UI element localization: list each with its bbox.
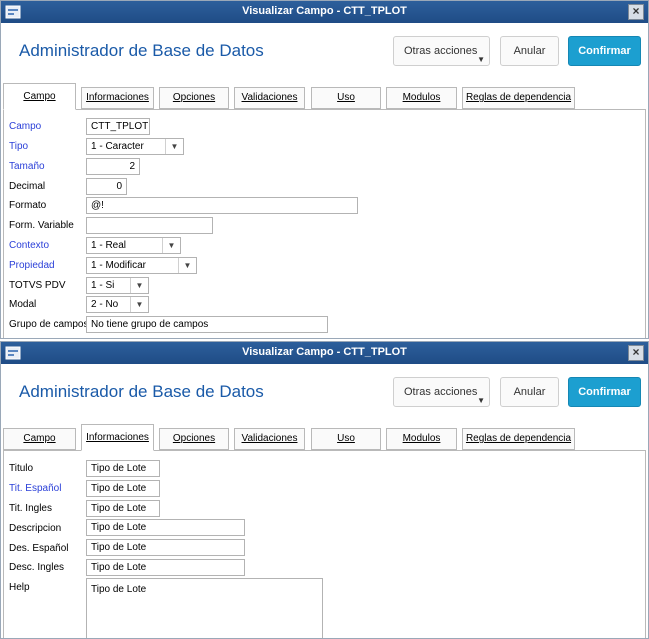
tab-informaciones[interactable]: Informaciones bbox=[81, 87, 154, 109]
tipo-select[interactable]: 1 - Caracter ▼ bbox=[86, 138, 184, 155]
totvs-pdv-label: TOTVS PDV bbox=[9, 280, 66, 291]
page-title: Administrador de Base de Datos bbox=[19, 382, 264, 401]
tab-reglas-dependencia[interactable]: Reglas de dependencia bbox=[462, 428, 575, 450]
grupo-campos-label: Grupo de campos bbox=[9, 319, 89, 330]
chevron-down-icon[interactable]: ▼ bbox=[130, 297, 148, 312]
tab-campo[interactable]: Campo bbox=[3, 428, 76, 450]
close-icon[interactable]: × bbox=[628, 345, 644, 361]
titulo-field[interactable]: Tipo de Lote bbox=[86, 460, 160, 477]
titulo-label: Titulo bbox=[9, 463, 34, 474]
desc-ingles-label: Desc. Ingles bbox=[9, 562, 65, 573]
form-variable-label: Form. Variable bbox=[9, 220, 74, 231]
page-title: Administrador de Base de Datos bbox=[19, 41, 264, 60]
tit-espanol-field[interactable]: Tipo de Lote bbox=[86, 480, 160, 497]
window-informaciones: Visualizar Campo - CTT_TPLOT × Administr… bbox=[0, 341, 649, 639]
cancel-button[interactable]: Anular bbox=[500, 36, 559, 66]
tipo-label: Tipo bbox=[9, 141, 29, 152]
tamano-label: Tamaño bbox=[9, 161, 45, 172]
formato-label: Formato bbox=[9, 200, 47, 211]
help-textarea[interactable]: Tipo de Lote bbox=[86, 578, 323, 638]
title-bar: Visualizar Campo - CTT_TPLOT × bbox=[1, 342, 648, 364]
tit-espanol-label: Tit. Español bbox=[9, 483, 62, 494]
decimal-field[interactable]: 0 bbox=[86, 178, 127, 195]
contexto-label: Contexto bbox=[9, 240, 50, 251]
tab-uso[interactable]: Uso bbox=[311, 87, 381, 109]
propiedad-label: Propiedad bbox=[9, 260, 55, 271]
propiedad-value: 1 - Modificar bbox=[91, 260, 147, 271]
tab-reglas-dependencia[interactable]: Reglas de dependencia bbox=[462, 87, 575, 109]
formato-field[interactable]: @! bbox=[86, 197, 358, 214]
des-espanol-field[interactable]: Tipo de Lote bbox=[86, 539, 245, 556]
other-actions-label: Otras acciones bbox=[404, 386, 478, 398]
chevron-down-icon: ▼ bbox=[477, 396, 485, 405]
tit-ingles-field[interactable]: Tipo de Lote bbox=[86, 500, 160, 517]
descripcion-field[interactable]: Tipo de Lote bbox=[86, 519, 245, 536]
des-espanol-label: Des. Español bbox=[9, 543, 69, 554]
tab-informaciones[interactable]: Informaciones bbox=[81, 424, 154, 451]
tab-bar: Campo Informaciones Opciones Validacione… bbox=[1, 424, 648, 451]
tab-opciones[interactable]: Opciones bbox=[159, 87, 229, 109]
window-title: Visualizar Campo - CTT_TPLOT bbox=[242, 5, 407, 17]
window-title: Visualizar Campo - CTT_TPLOT bbox=[242, 346, 407, 358]
tab-opciones[interactable]: Opciones bbox=[159, 428, 229, 450]
desc-ingles-field[interactable]: Tipo de Lote bbox=[86, 559, 245, 576]
window-campo: Visualizar Campo - CTT_TPLOT × Administr… bbox=[0, 0, 649, 339]
contexto-value: 1 - Real bbox=[91, 240, 127, 251]
chevron-down-icon[interactable]: ▼ bbox=[130, 278, 148, 293]
modal-select[interactable]: 2 - No ▼ bbox=[86, 296, 149, 313]
other-actions-button[interactable]: Otras acciones ▼ bbox=[393, 36, 490, 66]
form-variable-field[interactable] bbox=[86, 217, 213, 234]
confirm-button[interactable]: Confirmar bbox=[568, 36, 641, 66]
tamano-field[interactable]: 2 bbox=[86, 158, 140, 175]
modal-label: Modal bbox=[9, 299, 37, 310]
other-actions-button[interactable]: Otras acciones ▼ bbox=[393, 377, 490, 407]
cancel-button[interactable]: Anular bbox=[500, 377, 559, 407]
confirm-button[interactable]: Confirmar bbox=[568, 377, 641, 407]
chevron-down-icon[interactable]: ▼ bbox=[178, 258, 196, 273]
tab-validaciones[interactable]: Validaciones bbox=[234, 87, 305, 109]
tab-modulos[interactable]: Modulos bbox=[386, 87, 457, 109]
grupo-campos-field[interactable]: No tiene grupo de campos bbox=[86, 316, 328, 333]
decimal-label: Decimal bbox=[9, 181, 46, 192]
tab-bar: Campo Informaciones Opciones Validacione… bbox=[1, 83, 648, 110]
tab-campo[interactable]: Campo bbox=[3, 83, 76, 110]
chevron-down-icon[interactable]: ▼ bbox=[162, 238, 180, 253]
modal-value: 2 - No bbox=[91, 299, 119, 310]
totvs-pdv-value: 1 - Si bbox=[91, 280, 115, 291]
propiedad-select[interactable]: 1 - Modificar ▼ bbox=[86, 257, 197, 274]
campo-field[interactable]: CTT_TPLOT bbox=[86, 118, 150, 135]
tab-modulos[interactable]: Modulos bbox=[386, 428, 457, 450]
contexto-select[interactable]: 1 - Real ▼ bbox=[86, 237, 181, 254]
campo-label: Campo bbox=[9, 121, 42, 132]
tab-uso[interactable]: Uso bbox=[311, 428, 381, 450]
other-actions-label: Otras acciones bbox=[404, 45, 478, 57]
totvs-pdv-select[interactable]: 1 - Si ▼ bbox=[86, 277, 149, 294]
tab-validaciones[interactable]: Validaciones bbox=[234, 428, 305, 450]
tipo-value: 1 - Caracter bbox=[91, 141, 144, 152]
title-bar: Visualizar Campo - CTT_TPLOT × bbox=[1, 1, 648, 23]
help-label: Help bbox=[9, 582, 30, 593]
chevron-down-icon[interactable]: ▼ bbox=[165, 139, 183, 154]
tit-ingles-label: Tit. Ingles bbox=[9, 503, 52, 514]
chevron-down-icon: ▼ bbox=[477, 55, 485, 64]
descripcion-label: Descripcion bbox=[9, 523, 62, 534]
close-icon[interactable]: × bbox=[628, 4, 644, 20]
